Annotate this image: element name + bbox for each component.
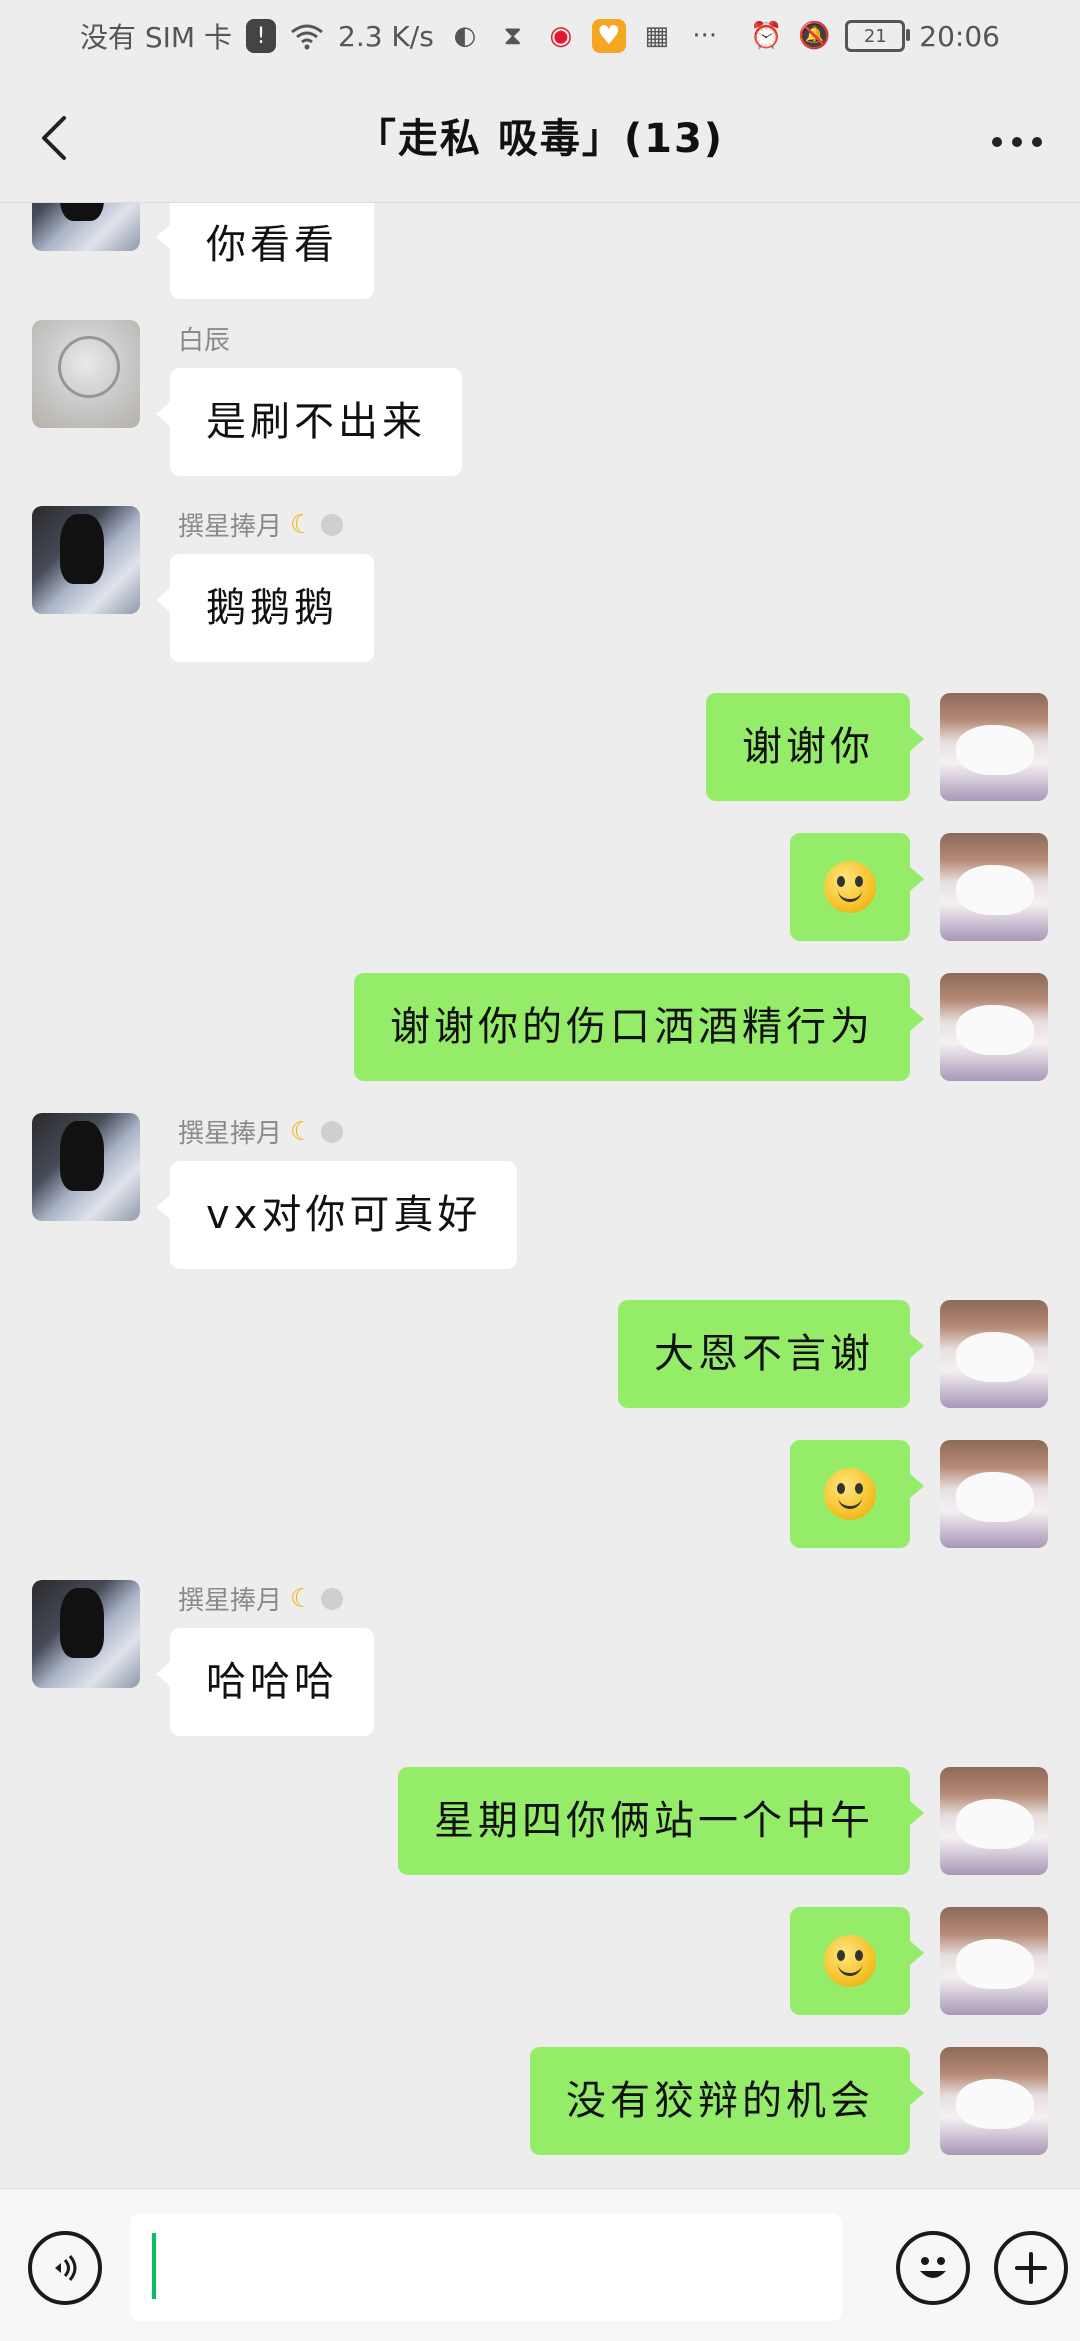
message-bubble[interactable]: [790, 833, 924, 941]
smiley-emoji-icon: [824, 1935, 876, 1987]
more-icon: [992, 137, 1002, 147]
plus-icon: [1015, 2252, 1047, 2284]
weibo-icon: ◉: [549, 21, 573, 51]
message-bubble[interactable]: 没有狡辩的机会: [530, 2047, 924, 2155]
more-button[interactable]: [992, 122, 1052, 162]
avatar[interactable]: [32, 1113, 140, 1221]
heart-app-icon: ♥: [591, 19, 626, 53]
avatar[interactable]: [940, 1300, 1048, 1408]
message-bubble[interactable]: vx对你可真好: [155, 1161, 518, 1269]
avatar[interactable]: [32, 506, 140, 614]
message-bubble[interactable]: 星期四你俩站一个中午: [398, 1767, 924, 1875]
voice-button[interactable]: [28, 2231, 102, 2305]
chat-title: 「走私 吸毒」(13): [355, 116, 725, 162]
battery-level: 21: [863, 25, 887, 47]
status-right: ⏰ 🔕 21 20:06: [749, 19, 1000, 53]
sender-name: 撰星捧月 ☾: [178, 1113, 344, 1150]
message-bubble[interactable]: 谢谢你: [706, 693, 924, 801]
smiley-emoji-icon: [824, 1468, 876, 1520]
message-bubble[interactable]: 鹅鹅鹅: [156, 554, 374, 662]
message-bubble[interactable]: 你看看: [156, 203, 374, 299]
alarm-icon: ⏰: [750, 21, 783, 51]
status-bar: 没有 SIM 卡 ! 2.3 K/s ◐ ⧗ ◉ ♥ ▦ ··· ⏰ 🔕 21 …: [0, 0, 1080, 72]
hourglass-icon: ⧗: [503, 20, 522, 51]
avatar[interactable]: [32, 320, 140, 428]
message-bubble[interactable]: [790, 1907, 924, 2015]
avatar[interactable]: [32, 203, 140, 251]
sender-name: 撰星捧月 ☾: [178, 1580, 344, 1617]
avatar[interactable]: [940, 693, 1048, 801]
avatar[interactable]: [940, 2047, 1048, 2155]
message-input[interactable]: [130, 2213, 842, 2321]
avatar[interactable]: [940, 1907, 1048, 2015]
message-bubble[interactable]: 大恩不言谢: [618, 1300, 924, 1408]
status-left: 没有 SIM 卡 ! 2.3 K/s ◐ ⧗ ◉ ♥ ▦ ···: [80, 16, 722, 56]
message-list[interactable]: 你看看 白辰 是刷不出来 撰星捧月 ☾ 鹅鹅鹅 谢谢你 谢谢你的伤口洒酒精行为 撰…: [0, 203, 1080, 2188]
wifi-icon: [290, 19, 324, 53]
message-bubble[interactable]: 哈哈哈: [156, 1628, 374, 1736]
sender-name: 白辰: [178, 326, 231, 356]
status-icon: [321, 513, 344, 536]
text-caret: [152, 2233, 156, 2299]
avatar[interactable]: [940, 833, 1048, 941]
sender-name: 撰星捧月 ☾: [178, 506, 344, 543]
moon-icon: ☾: [290, 509, 314, 540]
more-icon: ···: [692, 21, 718, 51]
alert-icon: !: [246, 19, 276, 53]
message-bubble[interactable]: 谢谢你的伤口洒酒精行为: [354, 973, 924, 1081]
browser-icon: ◐: [453, 21, 477, 51]
voice-icon: [55, 2255, 77, 2281]
avatar[interactable]: [940, 1440, 1048, 1548]
emoji-button[interactable]: [896, 2231, 970, 2305]
carrier-text: 没有 SIM 卡: [80, 21, 232, 54]
network-speed: 2.3 K/s: [338, 19, 434, 53]
avatar[interactable]: [32, 1580, 140, 1688]
emoji-icon: [920, 2257, 946, 2278]
battery-icon: 21: [845, 20, 911, 52]
mute-icon: 🔕: [798, 21, 831, 51]
moon-icon: ☾: [290, 1583, 314, 1614]
app-icon: ▦: [644, 21, 670, 51]
moon-icon: ☾: [290, 1116, 314, 1147]
message-bubble[interactable]: 是刷不出来: [156, 368, 462, 476]
avatar[interactable]: [940, 1767, 1048, 1875]
plus-button[interactable]: [994, 2231, 1068, 2305]
clock: 20:06: [919, 19, 1000, 53]
status-icon: [321, 1587, 344, 1610]
smiley-emoji-icon: [824, 861, 876, 913]
input-bar: [0, 2188, 1080, 2341]
avatar[interactable]: [940, 973, 1048, 1081]
status-icon: [321, 1120, 344, 1143]
title-bar: 「走私 吸毒」(13): [0, 72, 1080, 203]
message-bubble[interactable]: [790, 1440, 924, 1548]
